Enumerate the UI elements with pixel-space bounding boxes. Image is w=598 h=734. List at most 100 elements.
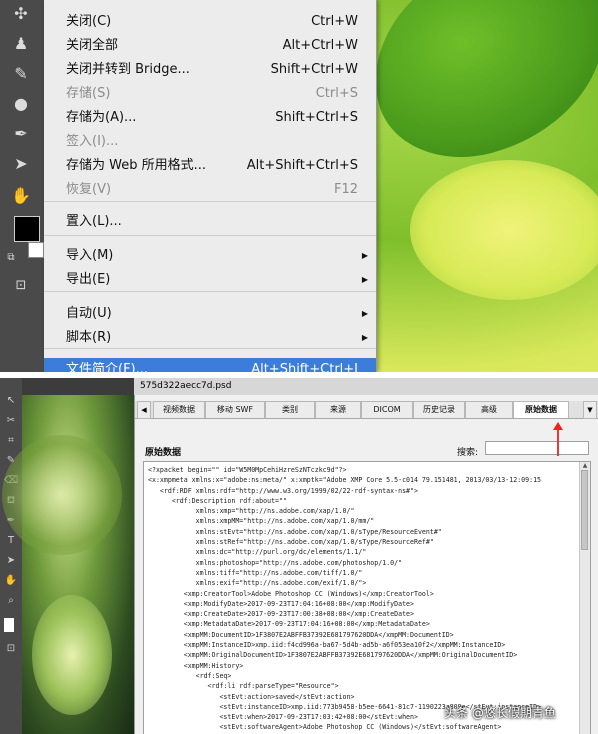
menu-item-shortcut: Ctrl+W [311,14,358,29]
text-tool-icon[interactable]: T [4,534,18,548]
history-brush-icon[interactable]: ✎ [8,64,34,84]
leaf-highlight [410,160,598,300]
background-color-swatch[interactable] [28,242,44,258]
xml-line: xmlns:xmpMM="http://ns.adobe.com/xap/1.0… [148,517,375,526]
tab-item[interactable]: 来源 [315,401,361,418]
menu-item[interactable]: 存储为(A)... Shift+Ctrl+S [44,106,376,129]
submenu-arrow-icon: ▶ [361,251,368,260]
tab-item[interactable]: 视频数据 [153,401,205,418]
xml-line: xmlns:stEvt="http://ns.adobe.com/xap/1.0… [148,527,442,536]
xml-line: xmlns:photoshop="http://ns.adobe.com/pho… [148,558,403,567]
menu-item-label: 恢复(V) [66,182,112,197]
xml-line: <rdf:Description rdf:about="" [148,496,287,505]
menu-item: 恢复(V) F12 [44,178,376,201]
menu-item[interactable]: 关闭(C) Ctrl+W [44,10,376,33]
xml-line: xmlns:xmp="http://ns.adobe.com/xap/1.0/" [148,507,355,516]
submenu-arrow-icon: ▶ [361,309,368,318]
zoom-tool-icon[interactable]: ⌕ [4,594,18,608]
watermark: 头条 @悠长假期青鱼 [444,706,556,720]
tab-item[interactable]: 历史记录 [413,401,465,418]
raw-data-text-area[interactable]: <?xpacket begin="" id="W5M0MpCehiHzreSzN… [143,461,591,734]
xml-line: xmlns:tiff="http://ns.adobe.com/tiff/1.0… [148,568,363,577]
xml-line: <?xpacket begin="" id="W5M0MpCehiHzreSzN… [148,466,347,474]
menu-item[interactable]: 关闭并转到 Bridge... Shift+Ctrl+W [44,58,376,81]
menu-item: 存储(S) Ctrl+S [44,82,376,105]
menu-item: 签入(I)... [44,130,376,153]
xml-content: <?xpacket begin="" id="W5M0MpCehiHzreSzN… [148,465,573,734]
document-tab[interactable]: 575d322aecc7d.psd [134,378,598,395]
menu-item-label: 关闭(C) [66,14,112,29]
path-tool-icon[interactable]: ➤ [4,554,18,568]
xml-line: <xmpMM:History> [148,661,244,670]
tab-item[interactable]: 原始数据 [513,401,569,418]
menu-item[interactable]: 导入(M) ▶ [44,244,376,267]
menu-item[interactable]: 关闭全部 Alt+Ctrl+W [44,34,376,57]
bokeh-light-lower [32,595,112,715]
xml-line: <xmpMM:InstanceID>xmp.iid:f4cd996a-ba67-… [148,641,506,650]
move-tool-icon[interactable]: ↖ [4,394,18,408]
path-select-icon[interactable]: ➤ [8,154,34,174]
submenu-arrow-icon: ▶ [361,333,368,342]
scrollbar-thumb[interactable] [581,470,588,550]
tab-item[interactable]: 类别 [265,401,315,418]
menu-item[interactable]: 导出(E) ▶ [44,268,376,291]
menu-item-label: 存储(S) [66,86,111,101]
xml-line: <xmpMM:DocumentID>1F3807E2ABFFB37392E681… [148,630,454,639]
ruler-tool-icon[interactable]: ✣ [8,4,34,24]
bottom-screenshot: ↖ ✂ ⌗ ✎ ⌫ ⛾ ✒ T ➤ ✋ ⌕ ⊡ 575d322aecc7d.ps… [0,378,598,734]
foreground-color-swatch[interactable] [14,216,40,242]
xml-line: <xmp:ModifyDate>2017-09-23T17:04:16+08:0… [148,599,414,608]
menu-item-label: 关闭全部 [66,38,119,53]
menu-item-shortcut: Alt+Shift+Ctrl+S [246,158,358,173]
menu-item[interactable]: 脚本(R) ▶ [44,326,376,349]
stamp-tool-icon[interactable]: ♟ [8,34,34,54]
blur-tool-icon[interactable]: ● [8,94,34,114]
leaf-background [349,0,598,178]
menu-item-label: 脚本(R) [66,330,112,345]
hand-tool-icon-2[interactable]: ✋ [4,574,18,588]
menu-item-label: 签入(I)... [66,134,119,149]
tab-item[interactable]: 高级 [465,401,513,418]
tab-overflow-icon[interactable]: ▼ [583,401,597,419]
color-swatch[interactable] [4,618,14,632]
lasso-tool-icon[interactable]: ✂ [4,414,18,428]
search-input[interactable] [485,441,589,455]
bokeh-light [2,435,122,555]
menu-item[interactable]: 置入(L)... [44,210,376,233]
image-canvas [2,395,134,734]
xml-line: <xmp:CreateDate>2017-09-23T17:00:38+08:0… [148,610,414,619]
tab-scroll-left-icon[interactable]: ◀ [137,401,151,419]
menu-item[interactable]: 存储为 Web 所用格式... Alt+Shift+Ctrl+S [44,154,376,177]
crop-tool-icon[interactable]: ⌗ [4,434,18,448]
xml-line: xmlns:stRef="http://ns.adobe.com/xap/1.0… [148,538,434,547]
xml-line: <xmp:CreatorTool>Adobe Photoshop CC (Win… [148,589,434,598]
annotation-arrow-icon [553,422,563,456]
xml-line: <rdf:li rdf:parseType="Resource"> [148,682,339,691]
search-label: 搜索: [457,448,479,458]
menu-item-label: 置入(L)... [66,214,122,229]
scroll-up-icon[interactable]: ▲ [581,462,589,470]
tab-item[interactable]: DICOM [361,401,413,418]
menu-item-label: 文件简介(F)... [66,362,149,372]
menu-separator [44,235,376,236]
xml-line: xmlns:exif="http://ns.adobe.com/exif/1.0… [148,579,367,588]
menu-item-label: 导出(E) [66,272,111,287]
xml-line: <stEvt:softwareAgent>Adobe Photoshop CC … [148,723,502,732]
menu-item-shortcut: Alt+Ctrl+W [282,38,358,53]
swap-colors-icon[interactable]: ⧉ [4,248,18,268]
xml-line: <stEvt:action>saved</stEvt:action> [148,692,355,701]
menu-item-label: 存储为(A)... [66,110,137,125]
menu-item-label: 自动(U) [66,306,112,321]
menu-item[interactable]: 自动(U) ▶ [44,302,376,325]
pen-tool-icon[interactable]: ✒ [8,124,34,144]
tab-item[interactable]: 移动 SWF [205,401,265,418]
submenu-arrow-icon: ▶ [361,275,368,284]
menu-item[interactable]: 文件简介(F)... Alt+Shift+Ctrl+I [44,358,376,372]
hand-tool-icon[interactable]: ✋ [8,186,34,206]
screen-mode-icon[interactable]: ⊡ [4,642,18,656]
vertical-scrollbar[interactable]: ▲ [579,462,590,734]
menu-item-label: 导入(M) [66,248,114,263]
menu-item-shortcut: Shift+Ctrl+S [275,110,358,125]
quick-mask-icon[interactable]: ⊡ [8,276,34,296]
menu-item-shortcut: Shift+Ctrl+W [270,62,358,77]
